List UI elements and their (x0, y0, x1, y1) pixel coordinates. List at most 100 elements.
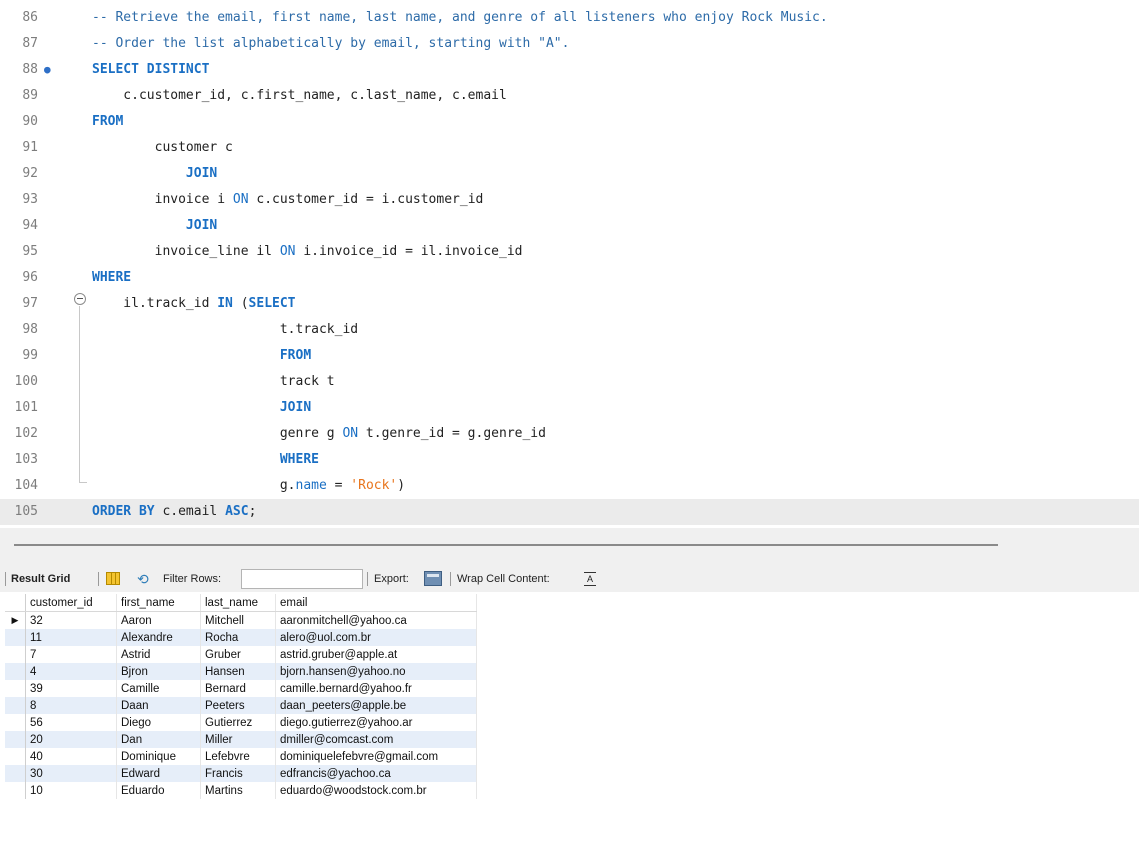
row-header[interactable] (5, 697, 26, 714)
row-header[interactable] (5, 748, 26, 765)
table-row[interactable]: 56 Diego Gutierrez diego.gutierrez@yahoo.ar (5, 714, 477, 731)
cell-first-name[interactable]: Aaron (116, 611, 201, 629)
filter-rows-input[interactable] (241, 569, 363, 589)
row-header[interactable] (5, 765, 26, 782)
wrap-cell-icon[interactable]: A (584, 572, 596, 586)
code-line[interactable]: 96 WHERE (0, 265, 1139, 291)
cell-first-name[interactable]: Camille (116, 680, 201, 697)
table-row[interactable]: 8 Daan Peeters daan_peeters@apple.be (5, 697, 477, 714)
code-line[interactable]: 100 track t (0, 369, 1139, 395)
cell-last-name[interactable]: Gruber (200, 646, 276, 663)
sql-editor[interactable]: 86 -- Retrieve the email, first name, las… (0, 0, 1139, 528)
cell-customer-id[interactable]: 32 (25, 611, 117, 629)
statement-marker-icon: ● (44, 63, 51, 76)
cell-last-name[interactable]: Mitchell (200, 611, 276, 629)
code-line[interactable]: 97 il.track_id IN (SELECT (0, 291, 1139, 317)
code-line[interactable]: 102 genre g ON t.genre_id = g.genre_id (0, 421, 1139, 447)
cell-last-name[interactable]: Lefebvre (200, 748, 276, 765)
cell-first-name[interactable]: Astrid (116, 646, 201, 663)
code-line[interactable]: 101 JOIN (0, 395, 1139, 421)
code-line[interactable]: 92 JOIN (0, 161, 1139, 187)
column-header-email[interactable]: email (275, 594, 477, 612)
export-icon[interactable] (424, 571, 442, 586)
code-line[interactable]: 98 t.track_id (0, 317, 1139, 343)
cell-customer-id[interactable]: 7 (25, 646, 117, 663)
row-header[interactable] (5, 680, 26, 697)
code-line[interactable]: 91 customer c (0, 135, 1139, 161)
row-header[interactable] (5, 646, 26, 663)
table-row[interactable]: 4 Bjron Hansen bjorn.hansen@yahoo.no (5, 663, 477, 680)
code-line[interactable]: 94 JOIN (0, 213, 1139, 239)
cell-email[interactable]: aaronmitchell@yahoo.ca (275, 611, 477, 629)
cell-email[interactable]: dmiller@comcast.com (275, 731, 477, 748)
cell-first-name[interactable]: Alexandre (116, 629, 201, 646)
grid-icon[interactable] (106, 572, 120, 585)
fold-collapse-icon[interactable] (74, 293, 86, 305)
cell-customer-id[interactable]: 40 (25, 748, 117, 765)
cell-last-name[interactable]: Francis (200, 765, 276, 782)
column-header-first-name[interactable]: first_name (116, 594, 201, 612)
row-header[interactable] (5, 731, 26, 748)
cell-first-name[interactable]: Dominique (116, 748, 201, 765)
row-header[interactable] (5, 782, 26, 799)
cell-last-name[interactable]: Peeters (200, 697, 276, 714)
cell-first-name[interactable]: Diego (116, 714, 201, 731)
cell-customer-id[interactable]: 11 (25, 629, 117, 646)
table-row[interactable]: 30 Edward Francis edfrancis@yachoo.ca (5, 765, 477, 782)
cell-first-name[interactable]: Bjron (116, 663, 201, 680)
code-line[interactable]: 86 -- Retrieve the email, first name, las… (0, 5, 1139, 31)
row-header[interactable] (5, 714, 26, 731)
table-row[interactable]: 40 Dominique Lefebvre dominiquelefebvre@gma… (5, 748, 477, 765)
cell-customer-id[interactable]: 39 (25, 680, 117, 697)
cell-customer-id[interactable]: 30 (25, 765, 117, 782)
cell-email[interactable]: alero@uol.com.br (275, 629, 477, 646)
code-line[interactable]: 89 c.customer_id, c.first_name, c.last_n… (0, 83, 1139, 109)
cell-first-name[interactable]: Eduardo (116, 782, 201, 799)
cell-email[interactable]: daan_peeters@apple.be (275, 697, 477, 714)
cell-email[interactable]: bjorn.hansen@yahoo.no (275, 663, 477, 680)
table-row[interactable]: 39 Camille Bernard camille.bernard@yahoo.fr (5, 680, 477, 697)
result-grid-tab[interactable]: Result Grid (11, 566, 70, 592)
row-header[interactable] (5, 629, 26, 646)
column-header-customer-id[interactable]: customer_id (25, 594, 117, 612)
cell-last-name[interactable]: Gutierrez (200, 714, 276, 731)
cell-last-name[interactable]: Martins (200, 782, 276, 799)
cell-customer-id[interactable]: 10 (25, 782, 117, 799)
row-header[interactable]: ▶ (5, 611, 26, 629)
code-line[interactable]: 104 g.name = 'Rock') (0, 473, 1139, 499)
cell-customer-id[interactable]: 56 (25, 714, 117, 731)
cell-first-name[interactable]: Dan (116, 731, 201, 748)
code-line[interactable]: 99 FROM (0, 343, 1139, 369)
cell-last-name[interactable]: Hansen (200, 663, 276, 680)
table-row[interactable]: 11 Alexandre Rocha alero@uol.com.br (5, 629, 477, 646)
code-line[interactable]: 95 invoice_line il ON i.invoice_id = il.… (0, 239, 1139, 265)
cell-last-name[interactable]: Miller (200, 731, 276, 748)
code-line[interactable]: 93 invoice i ON c.customer_id = i.custom… (0, 187, 1139, 213)
cell-email[interactable]: camille.bernard@yahoo.fr (275, 680, 477, 697)
code-line[interactable]: 88 ● SELECT DISTINCT (0, 57, 1139, 83)
cell-email[interactable]: dominiquelefebvre@gmail.com (275, 748, 477, 765)
code-line[interactable]: 90 FROM (0, 109, 1139, 135)
cell-customer-id[interactable]: 20 (25, 731, 117, 748)
panel-splitter[interactable] (14, 544, 998, 546)
code-line[interactable]: 103 WHERE (0, 447, 1139, 473)
cell-last-name[interactable]: Rocha (200, 629, 276, 646)
refresh-icon[interactable]: ⟲ (137, 571, 153, 587)
cell-customer-id[interactable]: 4 (25, 663, 117, 680)
table-row[interactable]: 10 Eduardo Martins eduardo@woodstock.com.br (5, 782, 477, 799)
table-row[interactable]: ▶ 32 Aaron Mitchell aaronmitchell@yahoo.ca (5, 611, 477, 629)
cell-email[interactable]: edfrancis@yachoo.ca (275, 765, 477, 782)
table-row[interactable]: 7 Astrid Gruber astrid.gruber@apple.at (5, 646, 477, 663)
table-row[interactable]: 20 Dan Miller dmiller@comcast.com (5, 731, 477, 748)
cell-email[interactable]: diego.gutierrez@yahoo.ar (275, 714, 477, 731)
column-header-last-name[interactable]: last_name (200, 594, 276, 612)
code-line[interactable]: 105 ORDER BY c.email ASC; (0, 499, 1139, 525)
cell-email[interactable]: eduardo@woodstock.com.br (275, 782, 477, 799)
cell-first-name[interactable]: Edward (116, 765, 201, 782)
code-line[interactable]: 87 -- Order the list alphabetically by em… (0, 31, 1139, 57)
row-header[interactable] (5, 663, 26, 680)
cell-first-name[interactable]: Daan (116, 697, 201, 714)
cell-customer-id[interactable]: 8 (25, 697, 117, 714)
cell-email[interactable]: astrid.gruber@apple.at (275, 646, 477, 663)
cell-last-name[interactable]: Bernard (200, 680, 276, 697)
